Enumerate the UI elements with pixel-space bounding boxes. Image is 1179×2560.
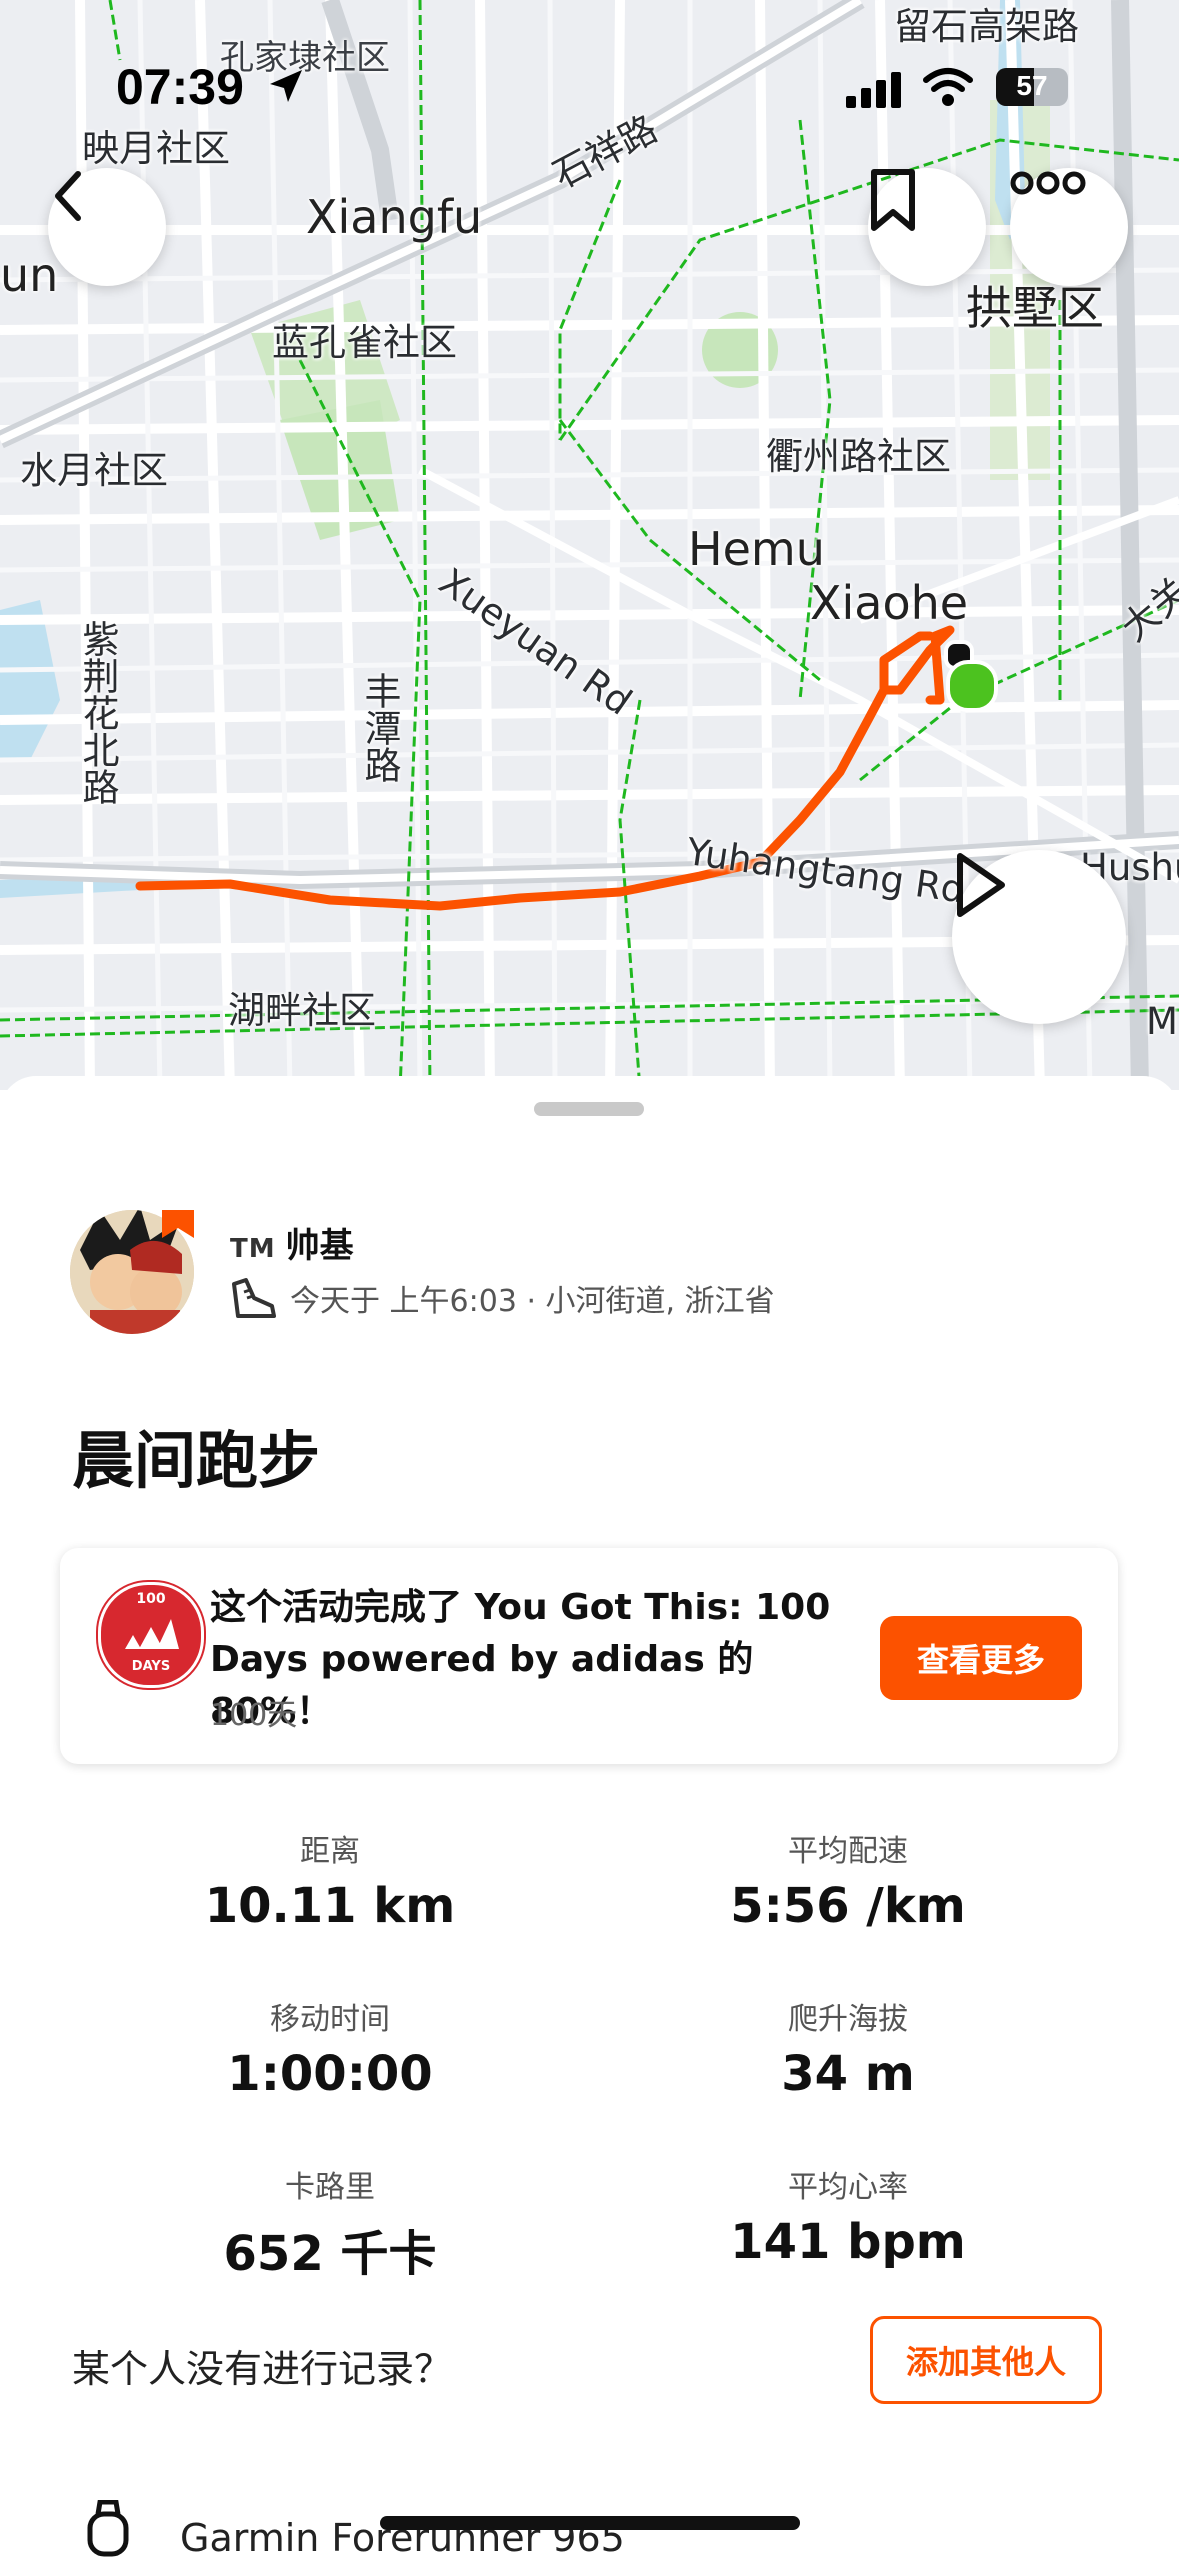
play-icon bbox=[957, 853, 1005, 917]
back-button[interactable] bbox=[48, 168, 166, 286]
athlete-name: 帅基 bbox=[285, 1226, 354, 1266]
athlete-name-line[interactable]: TM 帅基 bbox=[230, 1218, 354, 1267]
wifi-icon bbox=[923, 68, 973, 106]
map-label-xiaohe: Xiaohe bbox=[810, 576, 969, 630]
more-options-button[interactable] bbox=[1010, 168, 1128, 286]
badge-top-text: 100 bbox=[136, 1591, 166, 1607]
subscriber-badge-icon bbox=[162, 1210, 194, 1238]
stat-value: 10.11 km bbox=[204, 1878, 456, 1934]
challenge-card[interactable]: 100 DAYS 这个活动完成了 You Got This: 100 Days … bbox=[60, 1548, 1118, 1764]
bookmark-button[interactable] bbox=[868, 168, 986, 286]
status-bar: 07:39 57 bbox=[0, 52, 1179, 122]
map-label-shuiyue: 水月社区 bbox=[20, 449, 168, 492]
stat-value: 5:56 /km bbox=[730, 1878, 966, 1934]
stat-moving-time: 移动时间 1:00:00 bbox=[130, 1994, 530, 2102]
map-label-quzhou: 衢州路社区 bbox=[766, 435, 951, 478]
stat-avg-heart-rate: 平均心率 141 bpm bbox=[648, 2162, 1048, 2270]
stat-avg-pace: 平均配速 5:56 /km bbox=[648, 1826, 1048, 1934]
challenge-sub: 100天 bbox=[210, 1698, 298, 1733]
map-label-liuxia: 留石高架路 bbox=[894, 5, 1079, 48]
stat-value: 34 m bbox=[781, 2046, 915, 2102]
more-dots-icon bbox=[1010, 171, 1086, 195]
battery-level: 57 bbox=[1016, 70, 1048, 101]
activity-meta-text: 今天于 上午6:03 · 小河街道, 浙江省 bbox=[290, 1284, 775, 1319]
status-time: 07:39 bbox=[116, 59, 244, 115]
challenge-badge: 100 DAYS bbox=[98, 1582, 204, 1688]
location-arrow-icon bbox=[270, 70, 302, 102]
add-others-question: 某个人没有进行记录？ bbox=[72, 2347, 453, 2391]
map-label-hemu: Hemu bbox=[688, 522, 825, 576]
stat-distance: 距离 10.11 km bbox=[130, 1826, 530, 1934]
add-others-button[interactable]: 添加其他人 bbox=[870, 2316, 1102, 2404]
bookmark-icon bbox=[871, 169, 915, 231]
map-label-lankongque: 蓝孔雀社区 bbox=[272, 321, 457, 364]
adidas-logo-icon bbox=[125, 1619, 179, 1649]
stat-label: 卡路里 bbox=[285, 2170, 375, 2205]
challenge-text: 这个活动完成了 You Got This: 100 Days powered b… bbox=[210, 1587, 831, 1732]
map-label-un: un bbox=[0, 248, 59, 302]
stat-elevation: 爬升海拔 34 m bbox=[648, 1994, 1048, 2102]
map-label-yingyue: 映月社区 bbox=[82, 127, 230, 170]
cellular-signal-icon bbox=[846, 72, 901, 108]
stat-label: 移动时间 bbox=[270, 2002, 390, 2037]
stat-value: 141 bpm bbox=[730, 2214, 966, 2270]
battery-icon: 57 bbox=[996, 68, 1068, 106]
sheet-grabber[interactable] bbox=[534, 1102, 644, 1116]
stat-label: 距离 bbox=[300, 1834, 360, 1869]
chevron-left-icon bbox=[55, 171, 81, 221]
stat-calories: 卡路里 652 千卡 bbox=[130, 2162, 530, 2284]
stat-value: 652 千卡 bbox=[223, 2226, 437, 2282]
route-map[interactable]: 孔家埭社区 映月社区 Xiangfu un 石祥路 蓝孔雀社区 水月社区 衢州路… bbox=[0, 0, 1179, 1090]
map-label-xiangfu: Xiangfu bbox=[306, 190, 483, 244]
activity-meta: 今天于 上午6:03 · 小河街道, 浙江省 bbox=[228, 1276, 775, 1320]
map-label-hupan: 湖畔社区 bbox=[228, 989, 376, 1032]
activity-title: 晨间跑步 bbox=[72, 1424, 321, 1497]
view-more-button[interactable]: 查看更多 bbox=[880, 1616, 1082, 1700]
running-shoe-icon bbox=[232, 1278, 276, 1318]
stat-value: 1:00:00 bbox=[227, 2046, 433, 2102]
athlete-prefix: TM bbox=[230, 1234, 276, 1264]
map-label-zijinghua: 紫荆花北路 bbox=[76, 620, 119, 805]
stat-label: 爬升海拔 bbox=[788, 2002, 908, 2037]
stat-label: 平均配速 bbox=[788, 1834, 908, 1869]
watch-icon bbox=[87, 2500, 129, 2557]
home-indicator[interactable] bbox=[380, 2516, 800, 2530]
map-label-fengtan: 丰潭路 bbox=[358, 672, 401, 783]
play-flyover-button[interactable] bbox=[952, 850, 1126, 1024]
end-marker bbox=[946, 660, 998, 712]
badge-bottom-text: DAYS bbox=[131, 1659, 171, 1674]
stat-label: 平均心率 bbox=[788, 2170, 908, 2205]
activity-sheet: TM 帅基 今天于 上午6:03 · 小河街道, 浙江省 晨间跑步 100 DAY… bbox=[0, 1076, 1179, 2560]
map-label-m: M bbox=[1146, 1000, 1178, 1043]
